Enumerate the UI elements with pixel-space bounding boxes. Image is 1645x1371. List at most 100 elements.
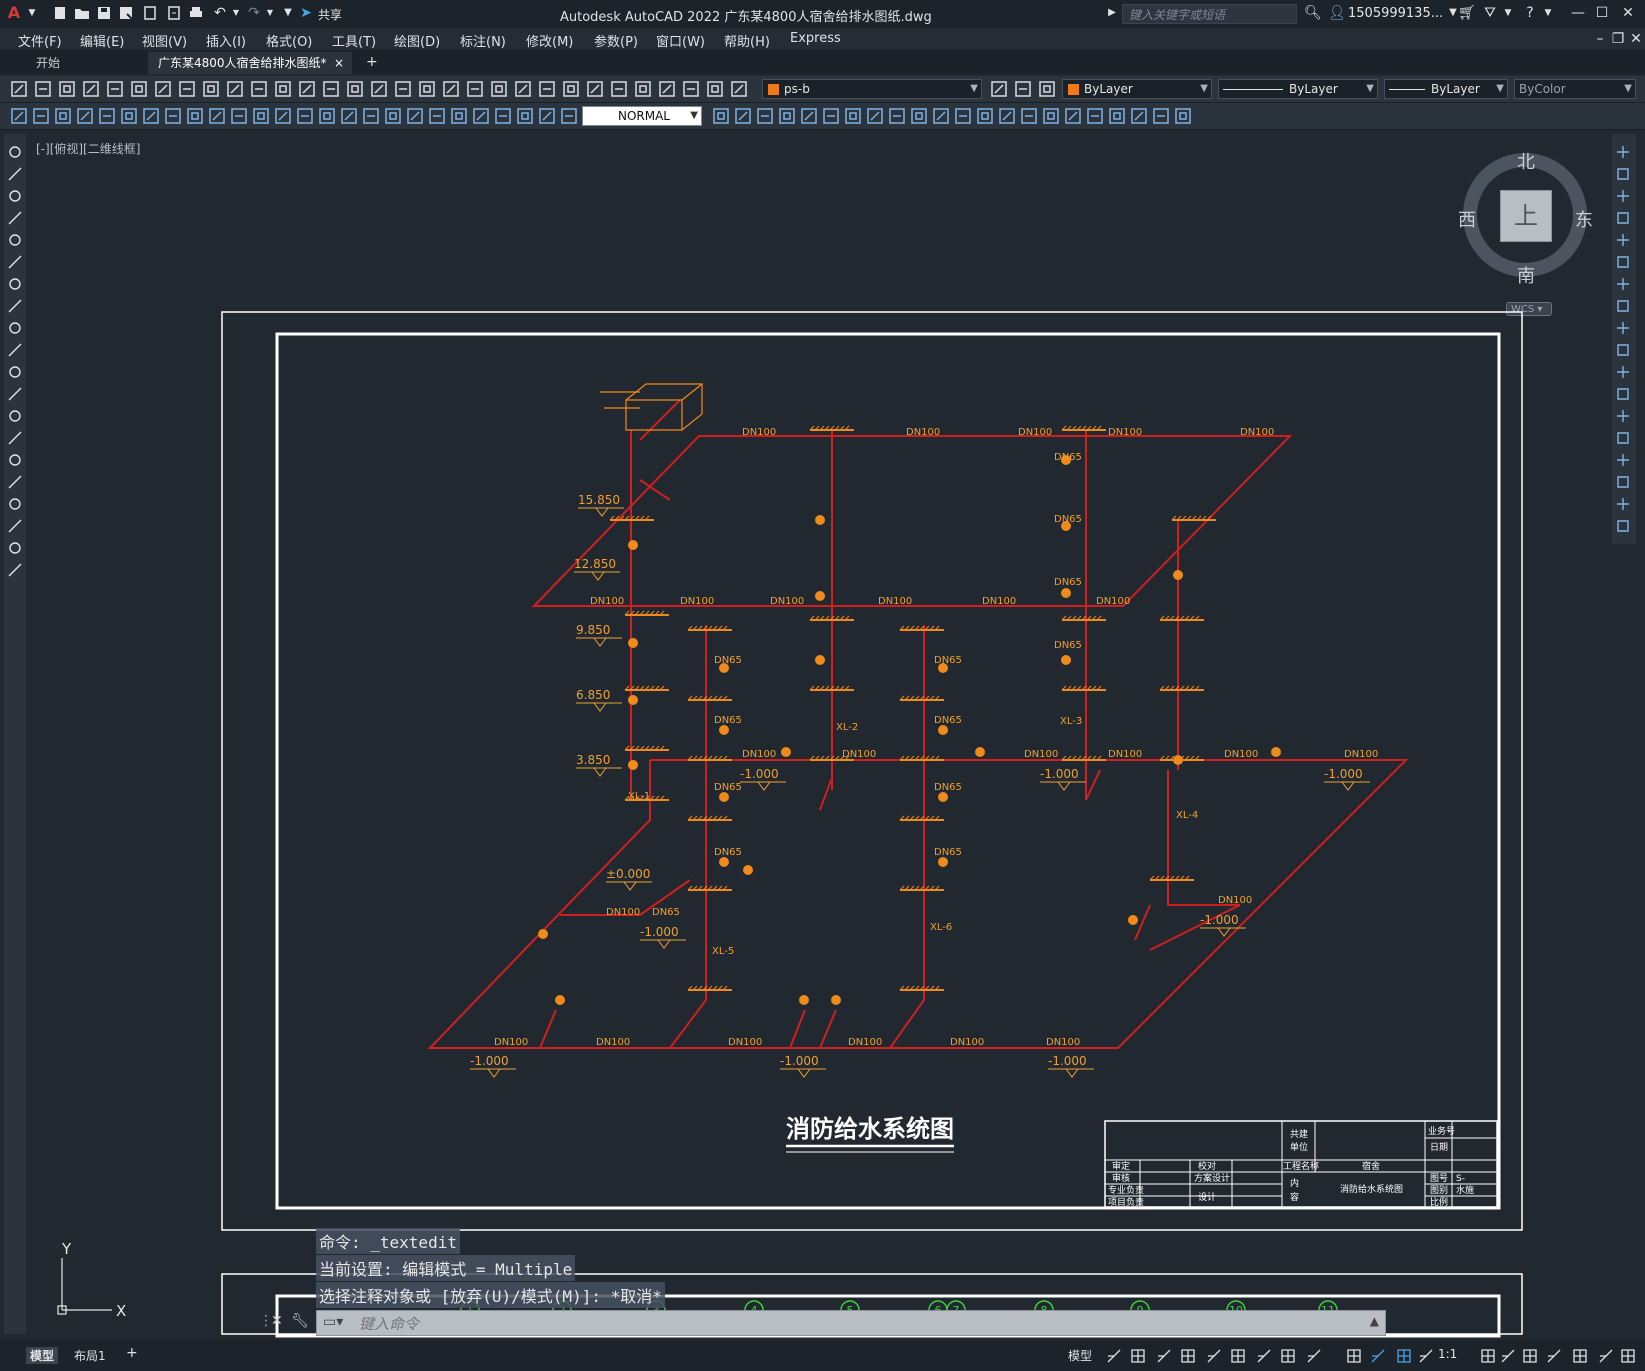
pipe-size-label: DN100 [1046,1037,1080,1048]
pipe-size-label: DN100 [842,749,876,760]
pipe-size-label: DN100 [590,596,624,607]
status-tool-17-icon[interactable] [1546,1348,1562,1364]
status-tool-1-icon[interactable] [1106,1348,1122,1364]
valve-circle [815,655,825,665]
valve-circle [938,792,948,802]
elevation-symbol [1324,781,1370,791]
pipe-size-label: DN65 [934,847,962,858]
elevation-label: -1.000 [1200,913,1239,927]
elevation-symbol [576,767,622,777]
elevation-label: 12.850 [574,557,616,571]
valve-circle [975,747,985,757]
command-close-icon[interactable]: ✕ [271,1313,283,1329]
elevation-symbol [1200,927,1246,937]
pipe-size-label: DN100 [848,1037,882,1048]
tb-content-2: 容 [1290,1191,1299,1203]
layout-tab-layout1[interactable]: 布局1 [74,1347,106,1364]
valve-circle [628,638,638,648]
status-tool-3-icon[interactable] [1156,1348,1172,1364]
tb-content-value: 消防给水系统图 [1340,1183,1403,1195]
command-history-toggle-icon[interactable]: ▲ [1370,1314,1379,1328]
status-tool-10-icon[interactable] [1346,1348,1362,1364]
status-tool-18-icon[interactable] [1572,1348,1588,1364]
status-tool-11-icon[interactable] [1370,1348,1386,1364]
tb-drawing-no: S- [1456,1174,1465,1184]
command-input-bar[interactable]: ⋮ ✕ 🔧︎ ▭▾ ▲ [259,1310,1386,1336]
command-prompt-icon[interactable]: ▭▾ [323,1314,343,1330]
status-tool-16-icon[interactable] [1522,1348,1538,1364]
add-layout-button[interactable]: + [126,1345,138,1361]
layout-tab-model[interactable]: 模型 [26,1347,59,1364]
elevation-label: -1.000 [1324,767,1363,781]
elevation-symbol [470,1068,516,1078]
status-tool-4-icon[interactable] [1180,1348,1196,1364]
command-line-2: 选择注释对象或 [放弃(U)/模式(M)]: *取消* [316,1282,665,1308]
status-tool-13-icon[interactable] [1418,1348,1434,1364]
pipe-size-label: DN100 [680,596,714,607]
tb-row-label-3: 项目负责 [1108,1196,1144,1208]
pipe-size-label: DN100 [742,427,776,438]
elevation-label: -1.000 [1040,767,1079,781]
status-tool-14-icon[interactable] [1480,1348,1496,1364]
valve-symbols [538,455,1281,1005]
elevation-label: -1.000 [470,1054,509,1068]
status-tool-5-icon[interactable] [1206,1348,1222,1364]
elevation-symbol [576,637,622,647]
pipe-size-label: DN65 [714,847,742,858]
valve-circle [815,591,825,601]
tb-row-label-1: 审核 [1112,1172,1130,1184]
elevation-symbol [1048,1068,1094,1078]
command-input[interactable] [357,1313,1361,1335]
tb-category: 水施 [1456,1184,1474,1196]
pipe-size-label: DN65 [1054,577,1082,588]
elevation-label: 15.850 [578,493,620,507]
tb-right-label-2: 图号 [1430,1173,1448,1184]
command-line-1: 当前设置: 编辑模式 = Multiple [316,1255,576,1281]
valve-circle [1061,588,1071,598]
pipe-size-label: DN65 [934,715,962,726]
status-bar: 模型 布局1 + 模型 1:1 [0,1340,1645,1371]
pipe-size-label: DN100 [1240,427,1274,438]
elevation-symbol [780,1068,826,1078]
riser-label: XL-2 [836,722,858,733]
pipe-size-label: DN100 [728,1037,762,1048]
elevation-label: -1.000 [740,767,779,781]
status-tool-20-icon[interactable] [1620,1348,1636,1364]
command-customize-icon[interactable]: 🔧︎ [291,1313,309,1329]
tb-col2-label-1: 方案设计 [1194,1172,1230,1184]
valve-circle [1061,655,1071,665]
ucs-icon [57,1258,112,1315]
status-tool-15-icon[interactable] [1500,1348,1516,1364]
status-tool-12-icon[interactable] [1396,1348,1412,1364]
annotation-scale[interactable]: 1:1 [1438,1347,1457,1361]
model-space-toggle[interactable]: 模型 [1068,1347,1092,1364]
elevation-symbol [574,571,620,581]
valve-circle [938,857,948,867]
riser-label: XL-3 [1060,716,1082,727]
drawing-canvas[interactable]: DN100 DN100 DN100 DN100 DN100 DN100 DN100 DN100… [0,0,1645,1338]
elevation-label: 6.850 [576,688,610,702]
hatch-marks [609,425,1216,991]
riser-label: XL-4 [1176,810,1198,821]
pipe-size-label: DN100 [878,596,912,607]
pipe-size-label: DN100 [494,1037,528,1048]
status-tool-7-icon[interactable] [1256,1348,1272,1364]
status-tool-2-icon[interactable] [1130,1348,1146,1364]
status-tool-8-icon[interactable] [1280,1348,1296,1364]
elevation-symbol [606,881,652,891]
drawing-title: 消防给水系统图 [786,1115,954,1143]
valve-circle [815,515,825,525]
status-tool-6-icon[interactable] [1230,1348,1246,1364]
status-tool-9-icon[interactable] [1306,1348,1322,1364]
status-tool-19-icon[interactable] [1598,1348,1614,1364]
command-line-0: 命令: _textedit [316,1228,460,1254]
riser-label: XL-5 [712,946,734,957]
elevation-symbol [578,507,624,517]
pipe-size-label: DN65 [652,907,680,918]
pipe-size-label: DN100 [1096,596,1130,607]
tb-project-name: 宿舍 [1362,1160,1380,1172]
valve-circle [538,929,548,939]
elevation-label: 9.850 [576,623,610,637]
tb-col2-label-2: 设计 [1198,1191,1216,1203]
tb-content-1: 内 [1290,1177,1299,1189]
